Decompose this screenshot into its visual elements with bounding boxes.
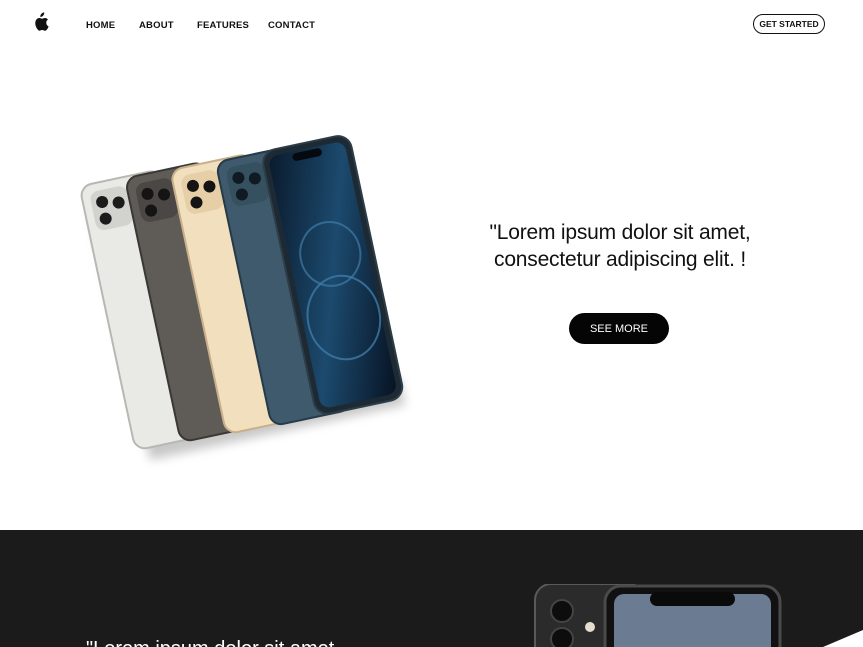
nav-about-link[interactable]: ABOUT — [139, 20, 174, 31]
dark-section-quote: "Lorem ipsum dolor sit amet, — [86, 638, 340, 647]
apple-logo-icon[interactable] — [31, 12, 49, 32]
iphone-lineup-image — [80, 135, 405, 460]
nav-features-link[interactable]: FEATURES — [197, 20, 249, 31]
see-more-button[interactable]: SEE MORE — [569, 313, 669, 344]
nav-contact-link[interactable]: CONTACT — [268, 20, 315, 31]
white-wedge-decoration — [823, 630, 863, 647]
hero-quote: "Lorem ipsum dolor sit amet, consectetur… — [489, 221, 751, 271]
nav-home-link[interactable]: HOME — [86, 20, 115, 31]
top-navigation: HOME ABOUT FEATURES CONTACT GET STARTED — [0, 0, 863, 52]
dark-section: "Lorem ipsum dolor sit amet, — [0, 530, 863, 647]
iphone-front-back-image — [534, 584, 782, 647]
get-started-button[interactable]: GET STARTED — [753, 14, 825, 34]
